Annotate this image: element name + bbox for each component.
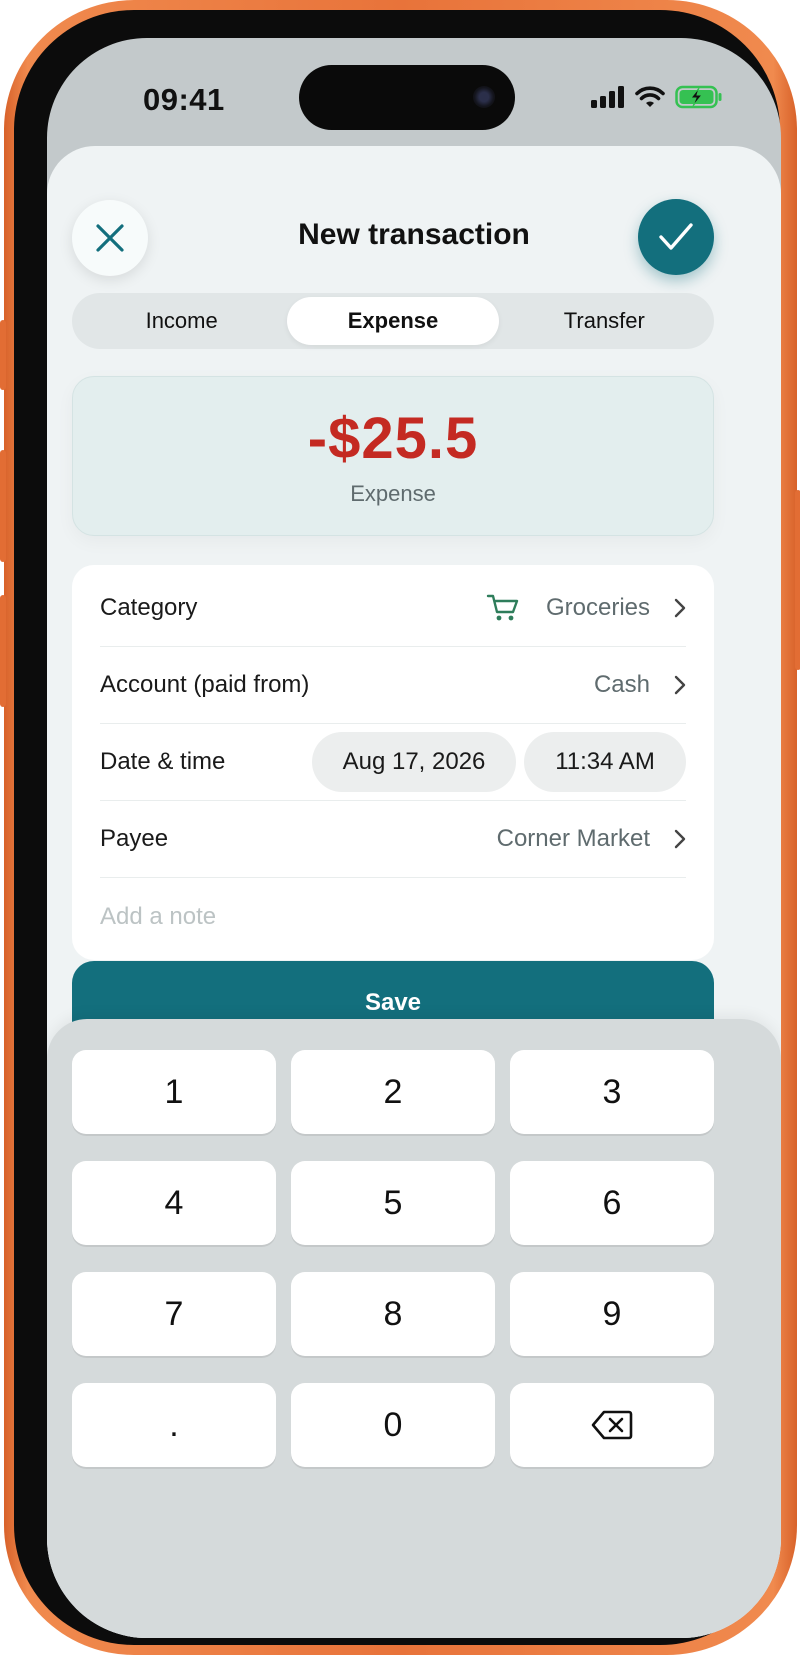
category-label: Category	[100, 594, 198, 621]
battery-charging-icon	[675, 85, 722, 109]
numeric-keypad: 1 2 3 4 5 6 7 8 9 . 0	[47, 1019, 781, 1638]
account-value: Cash	[593, 671, 650, 698]
payee-value: Corner Market	[496, 825, 650, 852]
category-value: Groceries	[545, 594, 650, 621]
key-2[interactable]: 2	[291, 1050, 495, 1134]
chevron-right-icon	[674, 598, 686, 618]
dynamic-island	[299, 65, 515, 130]
tab-transfer[interactable]: Transfer	[499, 297, 710, 345]
transaction-type-tabs: Income Expense Transfer	[72, 293, 714, 349]
payee-label: Payee	[100, 825, 169, 852]
key-8[interactable]: 8	[291, 1272, 495, 1356]
status-icons	[591, 82, 723, 112]
amount-value: -$25.5	[307, 406, 479, 471]
key-0[interactable]: 0	[291, 1383, 495, 1467]
confirm-button[interactable]	[638, 199, 714, 275]
note-input[interactable]: Add a note	[100, 903, 216, 931]
phone-bezel: 09:41 New transaction Income Expense Tra…	[14, 10, 781, 1645]
checkmark-icon	[659, 223, 693, 250]
datetime-row: Date & time Aug 17, 2026 11:34 AM	[100, 724, 686, 801]
transaction-form: Category Groceries Account (paid from) C…	[72, 565, 714, 960]
key-5[interactable]: 5	[291, 1161, 495, 1245]
time-picker[interactable]: 11:34 AM	[524, 732, 686, 792]
key-7[interactable]: 7	[72, 1272, 276, 1356]
volume-up-button	[0, 450, 6, 562]
status-time: 09:41	[143, 82, 225, 117]
cellular-signal-icon	[591, 86, 624, 108]
date-picker[interactable]: Aug 17, 2026	[312, 732, 516, 792]
wifi-icon	[635, 86, 665, 107]
tab-income[interactable]: Income	[76, 297, 287, 345]
key-decimal[interactable]: .	[72, 1383, 276, 1467]
account-label: Account (paid from)	[100, 671, 310, 698]
tab-expense[interactable]: Expense	[287, 297, 499, 345]
key-4[interactable]: 4	[72, 1161, 276, 1245]
payee-row[interactable]: Payee Corner Market	[100, 801, 686, 878]
cart-icon	[486, 594, 519, 621]
amount-type-label: Expense	[350, 481, 436, 506]
datetime-label: Date & time	[100, 748, 226, 775]
key-backspace[interactable]	[510, 1383, 714, 1467]
note-row[interactable]: Add a note	[100, 878, 686, 955]
screen: 09:41 New transaction Income Expense Tra…	[47, 38, 781, 1638]
key-9[interactable]: 9	[510, 1272, 714, 1356]
backspace-icon	[591, 1410, 633, 1440]
chevron-right-icon	[674, 675, 686, 695]
volume-down-button	[0, 595, 6, 707]
category-row[interactable]: Category Groceries	[100, 570, 686, 647]
chevron-right-icon	[674, 829, 686, 849]
key-6[interactable]: 6	[510, 1161, 714, 1245]
account-row[interactable]: Account (paid from) Cash	[100, 647, 686, 724]
power-button	[795, 490, 800, 670]
camera-icon	[473, 86, 495, 108]
amount-card[interactable]: -$25.5 Expense	[72, 376, 714, 536]
key-3[interactable]: 3	[510, 1050, 714, 1134]
key-1[interactable]: 1	[72, 1050, 276, 1134]
action-button	[0, 320, 6, 390]
